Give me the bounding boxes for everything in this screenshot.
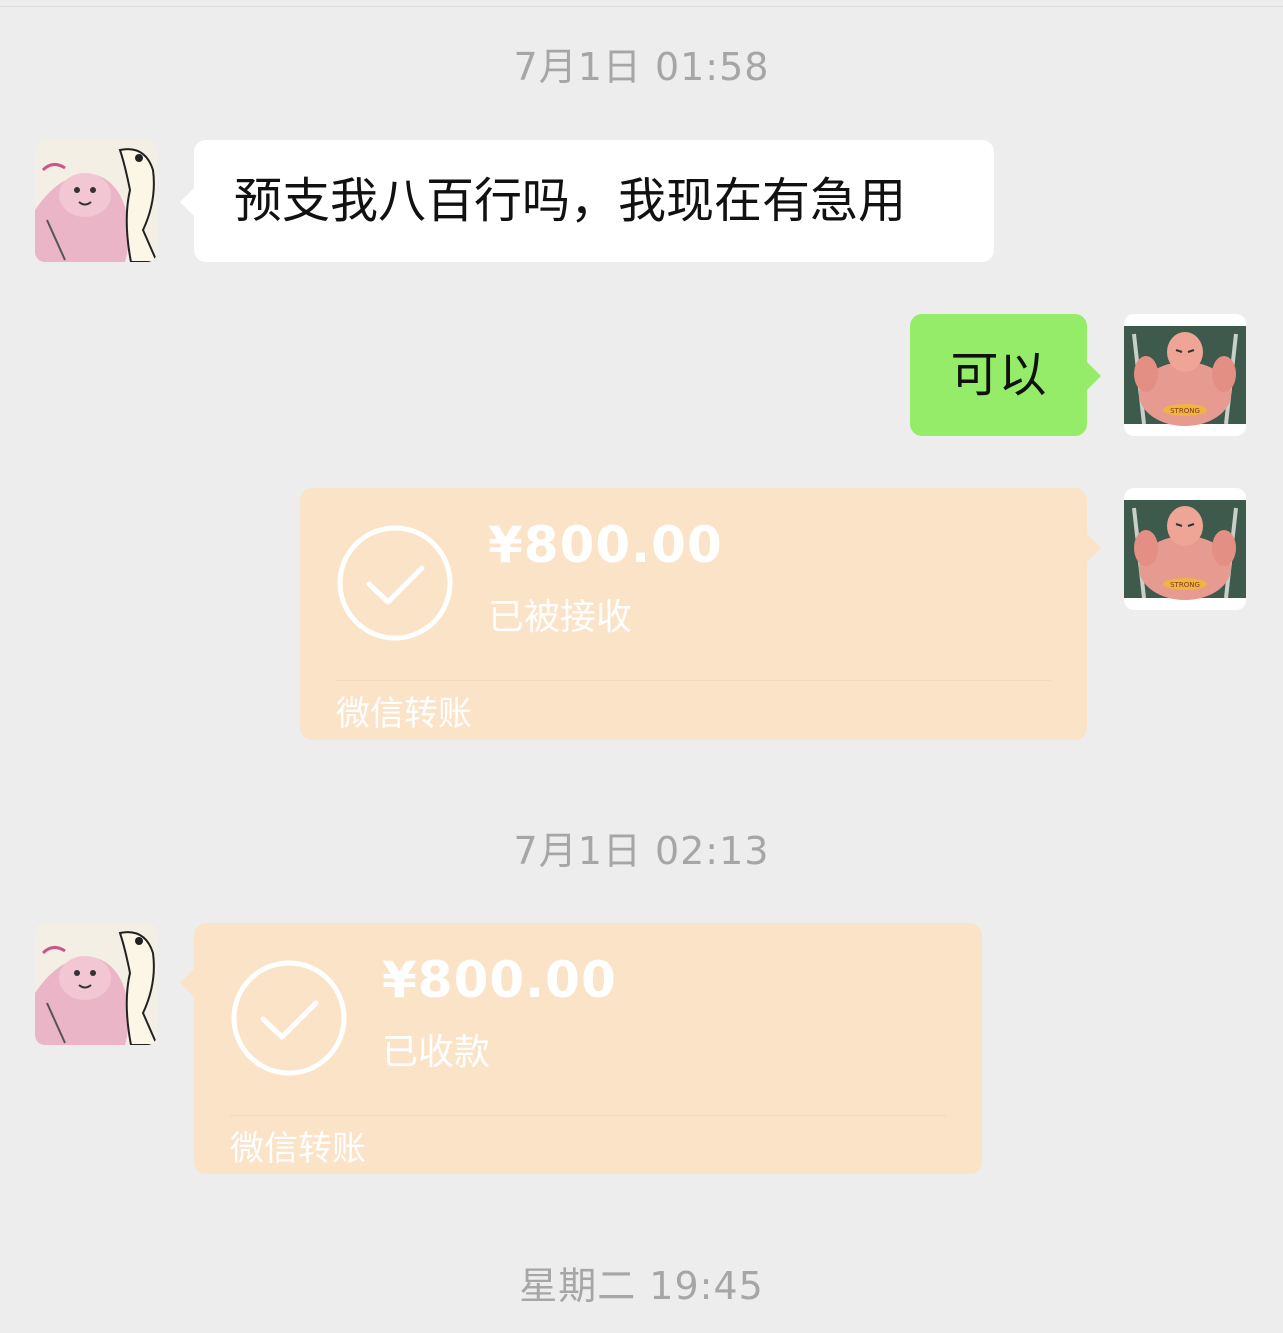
- muscle-man-avatar-icon: STRONG: [1124, 488, 1246, 610]
- self-avatar[interactable]: STRONG: [1124, 314, 1246, 436]
- transfer-label: 微信转账: [336, 694, 472, 734]
- timestamp: 星期二 19:45: [519, 1264, 764, 1308]
- transfer-status: 已被接收: [488, 597, 633, 638]
- transfer-divider: [230, 1115, 946, 1116]
- incoming-message-bubble[interactable]: 预支我八百行吗，我现在有急用: [180, 140, 994, 262]
- cartoon-pink-avatar-icon: [35, 923, 157, 1045]
- svg-text:STRONG: STRONG: [1170, 407, 1200, 415]
- transfer-label: 微信转账: [230, 1129, 366, 1169]
- svg-text:STRONG: STRONG: [1170, 581, 1200, 589]
- self-avatar[interactable]: STRONG: [1124, 488, 1246, 610]
- transfer-card-received[interactable]: ¥800.00 已收款 微信转账: [180, 923, 982, 1174]
- outgoing-message-bubble[interactable]: 可以: [910, 314, 1101, 436]
- transfer-status: 已收款: [382, 1032, 491, 1073]
- incoming-message-text: 预支我八百行吗，我现在有急用: [234, 173, 907, 229]
- transfer-divider: [336, 680, 1051, 681]
- timestamp: 7月1日 01:58: [513, 45, 770, 89]
- outgoing-message-text: 可以: [950, 347, 1047, 403]
- muscle-man-avatar-icon: STRONG: [1124, 314, 1246, 436]
- cartoon-pink-avatar-icon: [35, 140, 157, 262]
- check-circle-icon: [230, 959, 348, 1077]
- contact-avatar[interactable]: [35, 140, 157, 262]
- top-divider: [0, 6, 1283, 7]
- transfer-card-sent[interactable]: ¥800.00 已被接收 微信转账: [300, 488, 1101, 740]
- transfer-amount: ¥800.00: [488, 516, 723, 574]
- timestamp: 7月1日 02:13: [513, 829, 770, 873]
- transfer-amount: ¥800.00: [382, 951, 617, 1009]
- contact-avatar[interactable]: [35, 923, 157, 1045]
- check-circle-icon: [336, 524, 454, 642]
